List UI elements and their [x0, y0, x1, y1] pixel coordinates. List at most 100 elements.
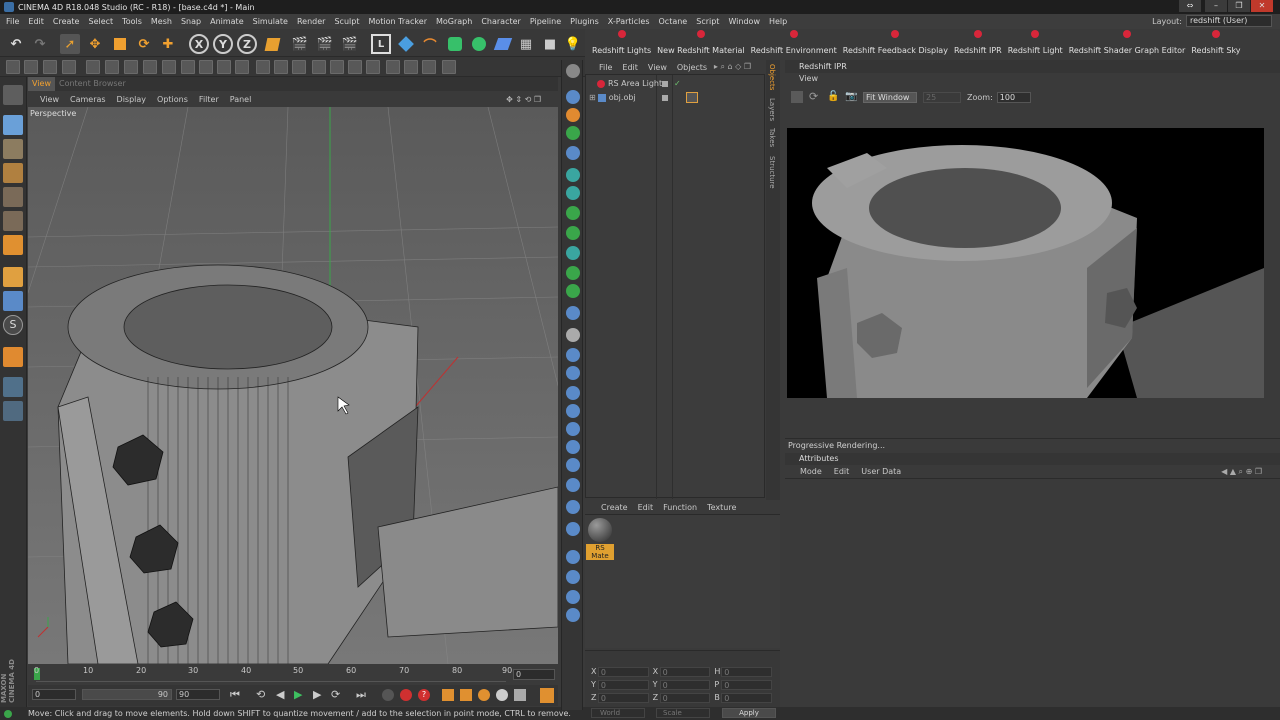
menu-mograph[interactable]: MoGraph [436, 17, 472, 26]
om-menu-view[interactable]: View [648, 63, 667, 72]
palette-lathe-icon[interactable] [566, 266, 580, 280]
menu-animate[interactable]: Animate [210, 17, 244, 26]
render-view-icon[interactable]: 🎬 [290, 34, 310, 54]
palette-brush-icon[interactable] [566, 440, 580, 454]
palette-magnet-icon[interactable] [566, 422, 580, 436]
mirror-icon[interactable] [386, 60, 400, 74]
om-nav-icons[interactable]: ▸ ⌕ ⌂ ◇ ❐ [714, 62, 751, 72]
edges-mode-icon[interactable] [3, 211, 23, 231]
3d-viewport[interactable]: Perspective [28, 107, 558, 664]
palette-animate-icon[interactable] [566, 522, 580, 536]
menu-render[interactable]: Render [297, 17, 325, 26]
palette-grid-icon[interactable] [566, 458, 580, 472]
size-y-field[interactable]: 0 [659, 680, 711, 690]
vp-menu-filter[interactable]: Filter [199, 95, 219, 104]
solo-icon[interactable]: S [3, 315, 23, 335]
redshift-feedback-display-button[interactable]: Redshift Feedback Display [843, 30, 948, 57]
z-axis-lock-icon[interactable]: Z [237, 34, 257, 54]
vp-menu-display[interactable]: Display [117, 95, 147, 104]
new-redshift-material-button[interactable]: New Redshift Material [657, 30, 745, 57]
play-icon[interactable]: ▶ [294, 688, 302, 701]
palette-extrude-icon[interactable] [566, 226, 580, 240]
palette-gear-icon[interactable] [566, 206, 580, 220]
triangulate-icon[interactable] [330, 60, 344, 74]
record-keys-icon[interactable] [382, 689, 394, 701]
points-mode-icon[interactable] [3, 187, 23, 207]
add-object-icon[interactable]: ✚ [158, 34, 178, 54]
object-name[interactable]: RS Area Light [608, 79, 662, 88]
workplane-mode-icon[interactable] [3, 163, 23, 183]
selection-icon[interactable] [24, 60, 38, 74]
snap-settings-icon[interactable] [442, 60, 456, 74]
menu-sculpt[interactable]: Sculpt [334, 17, 359, 26]
key-rotation-icon[interactable] [478, 689, 490, 701]
render-settings-icon[interactable]: 🎬 [340, 34, 360, 54]
step-forward-icon[interactable]: ▶ [313, 688, 321, 701]
loop-select-icon[interactable] [43, 60, 57, 74]
smooth-icon[interactable] [181, 60, 195, 74]
menu-window[interactable]: Window [728, 17, 760, 26]
rot-b-field[interactable]: 0 [721, 693, 772, 703]
key-pla-icon[interactable] [514, 689, 526, 701]
mm-menu-function[interactable]: Function [663, 503, 697, 512]
rotate-tool-icon[interactable]: ⟳ [134, 34, 154, 54]
tab-takes[interactable]: Takes [768, 128, 776, 147]
expand-icon[interactable]: ⊞ [589, 93, 596, 102]
undo-icon[interactable]: ↶ [6, 34, 26, 54]
palette-timer-icon[interactable] [566, 590, 580, 604]
palette-sphere-icon[interactable] [566, 168, 580, 182]
duplicate-icon[interactable] [274, 60, 288, 74]
close-button[interactable]: ✕ [1251, 0, 1273, 12]
ipr-lock-icon[interactable]: 🔓 [827, 91, 839, 103]
subdivide-icon[interactable] [312, 60, 326, 74]
palette-knife-icon[interactable] [566, 348, 580, 362]
end-frame-field[interactable]: 90 [176, 689, 220, 700]
vp-menu-options[interactable]: Options [157, 95, 188, 104]
knife-icon[interactable] [86, 60, 100, 74]
apply-button[interactable]: Apply [722, 708, 776, 718]
key-position-icon[interactable] [442, 689, 454, 701]
menu-octane[interactable]: Octane [659, 17, 688, 26]
subdivision-surface-icon[interactable] [445, 34, 465, 54]
ipr-menu-view[interactable]: View [799, 74, 818, 83]
palette-scene-icon[interactable] [566, 500, 580, 514]
current-frame-field[interactable]: 0 [513, 669, 555, 680]
floor-icon[interactable]: ▦ [516, 34, 536, 54]
mm-menu-create[interactable]: Create [601, 503, 628, 512]
start-frame-field[interactable]: 0 [32, 689, 76, 700]
array-icon[interactable] [256, 60, 270, 74]
menu-mesh[interactable]: Mesh [151, 17, 172, 26]
tab-layers[interactable]: Layers [768, 98, 776, 121]
palette-mesh-icon[interactable] [566, 328, 580, 342]
scale-tool-icon[interactable] [110, 34, 130, 54]
polygons-mode-icon[interactable] [3, 235, 23, 255]
key-scale-icon[interactable] [460, 689, 472, 701]
menu-tools[interactable]: Tools [122, 17, 142, 26]
palette-clock-icon[interactable] [566, 608, 580, 622]
rot-h-field[interactable]: 0 [721, 667, 772, 677]
key-parameter-icon[interactable] [496, 689, 508, 701]
window-switch-button[interactable]: ⇔ [1179, 0, 1201, 12]
palette-deform-icon[interactable] [566, 146, 580, 160]
size-x-field[interactable]: 0 [659, 667, 711, 677]
model-mode-icon[interactable] [3, 115, 23, 135]
redshift-shader-graph-editor-button[interactable]: Redshift Shader Graph Editor [1069, 30, 1185, 57]
goto-start-icon[interactable]: ⏮ [230, 688, 240, 702]
attr-menu-user-data[interactable]: User Data [861, 467, 901, 476]
menu-plugins[interactable]: Plugins [570, 17, 599, 26]
palette-text-icon[interactable] [566, 246, 580, 260]
deformer-icon[interactable] [493, 34, 513, 54]
palette-draw-icon[interactable] [566, 108, 580, 122]
texture-mode-icon[interactable] [3, 139, 23, 159]
object-row[interactable]: RS Area Light ✓ [586, 77, 764, 90]
bridge-icon[interactable] [143, 60, 157, 74]
redo-icon[interactable]: ↷ [30, 34, 50, 54]
redshift-sky-button[interactable]: Redshift Sky [1191, 30, 1241, 57]
camera-icon[interactable]: ■ [540, 34, 560, 54]
material-tag-icon[interactable] [686, 92, 698, 103]
move-tool-icon[interactable]: ✥ [85, 34, 105, 54]
make-editable-icon[interactable] [3, 85, 23, 105]
zoom-field[interactable]: 100 [996, 91, 1031, 103]
palette-globe-icon[interactable] [566, 478, 580, 492]
vp-menu-view[interactable]: View [40, 95, 59, 104]
